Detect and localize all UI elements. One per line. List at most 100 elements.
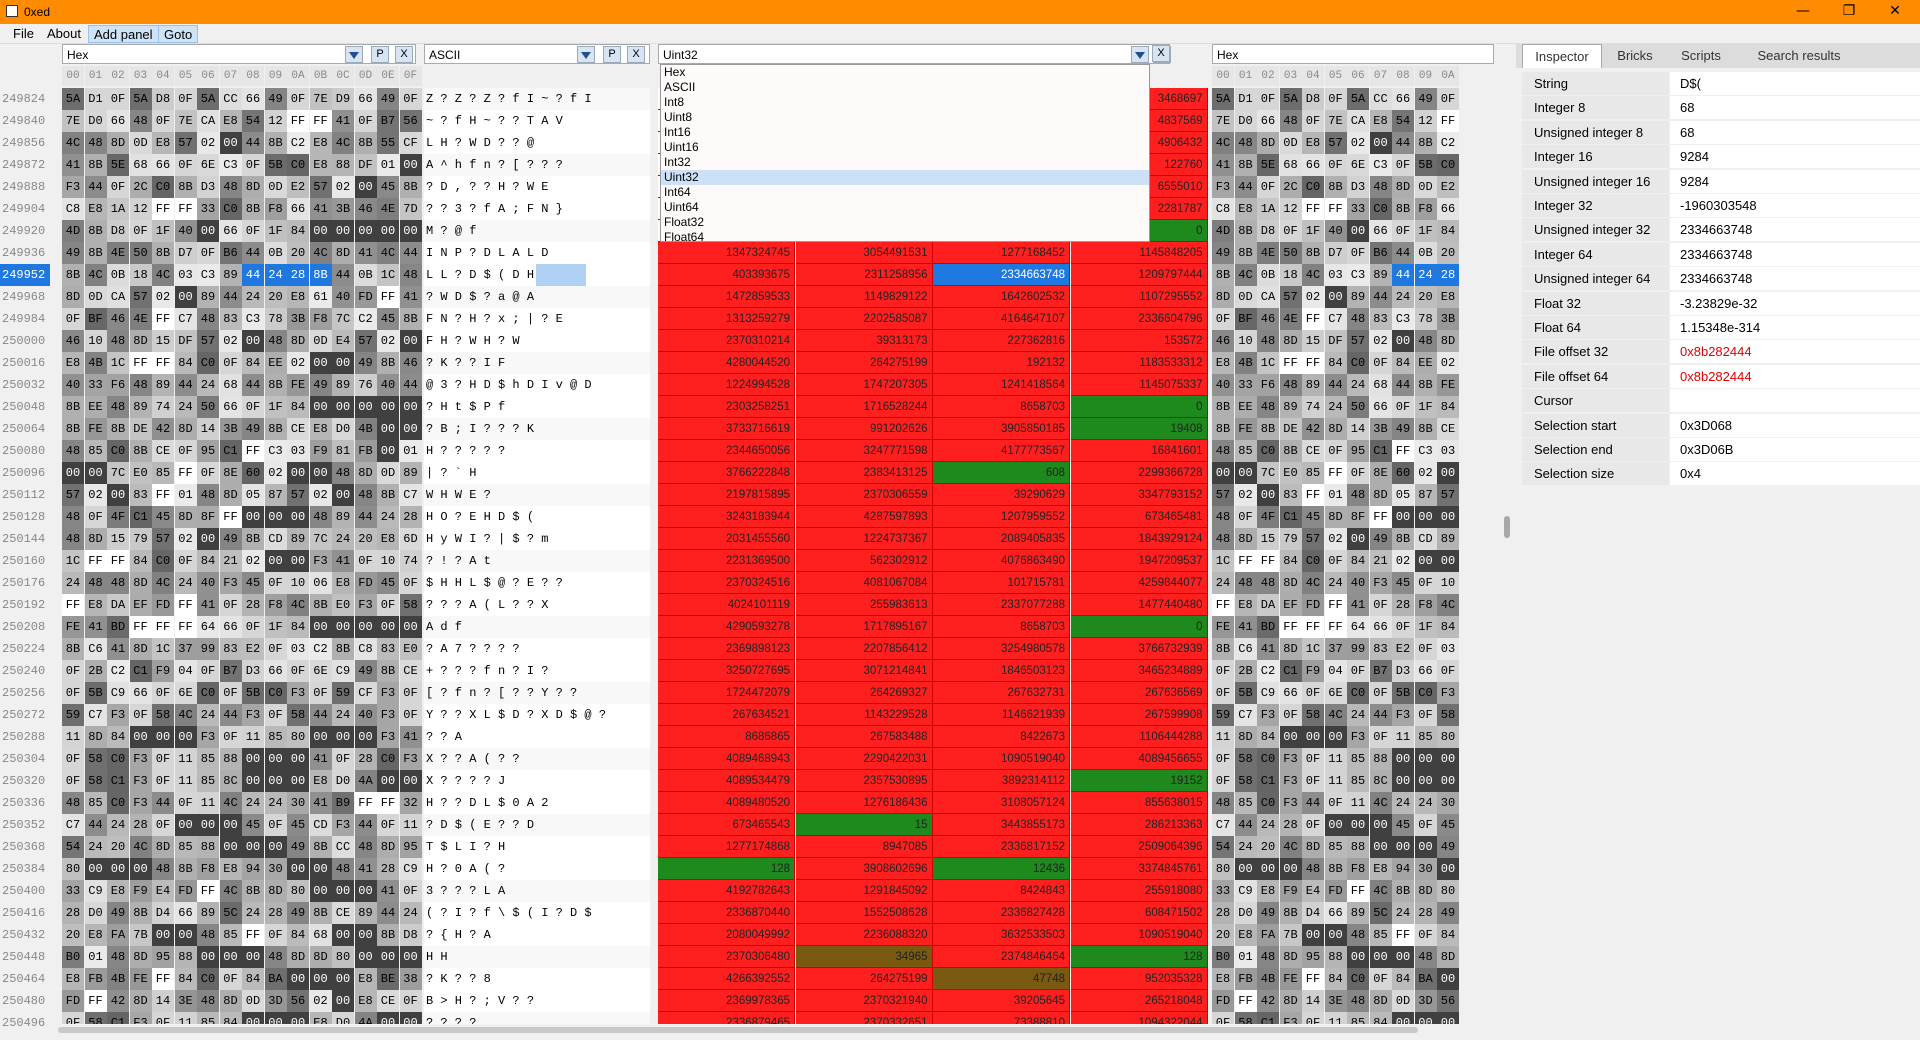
- hex-byte[interactable]: 24: [1392, 792, 1414, 814]
- uint32-value[interactable]: 1843929124: [1070, 528, 1208, 550]
- hex-byte[interactable]: C0: [1302, 176, 1324, 198]
- uint32-value[interactable]: 39205645: [933, 990, 1070, 1012]
- inspector-value[interactable]: 0x3D06B: [1670, 438, 1920, 461]
- hex-byte[interactable]: 02: [1347, 132, 1369, 154]
- hex-byte[interactable]: F3: [309, 550, 332, 572]
- hex-byte[interactable]: 6E: [1324, 682, 1347, 704]
- hex-byte[interactable]: 00: [242, 748, 264, 770]
- hex-byte[interactable]: E8: [219, 858, 242, 880]
- hex-byte[interactable]: 00: [1437, 550, 1459, 572]
- hex-byte[interactable]: FD: [62, 990, 84, 1012]
- hex-byte[interactable]: 44: [354, 506, 377, 528]
- hex-byte[interactable]: 24: [1347, 704, 1369, 726]
- hex-byte[interactable]: FF: [1302, 968, 1324, 990]
- hex-byte[interactable]: F3: [219, 572, 242, 594]
- hex-byte[interactable]: 2C: [1279, 176, 1302, 198]
- hex-byte[interactable]: 48: [129, 374, 152, 396]
- hex-byte[interactable]: 0B: [107, 264, 129, 286]
- hex-byte[interactable]: 8D: [309, 946, 332, 968]
- hex-byte[interactable]: 41: [1347, 594, 1369, 616]
- hex-byte[interactable]: 02: [1392, 550, 1414, 572]
- hex-byte[interactable]: 48: [1302, 858, 1324, 880]
- hex-byte[interactable]: 0F: [129, 220, 152, 242]
- hex-byte[interactable]: 00: [332, 352, 354, 374]
- hex-byte[interactable]: C0: [1257, 440, 1279, 462]
- hex-byte[interactable]: C7: [1212, 814, 1234, 836]
- hex-byte[interactable]: C9: [399, 858, 422, 880]
- hex-byte[interactable]: 8B: [242, 198, 264, 220]
- hex-byte[interactable]: 8B: [264, 418, 287, 440]
- hex-byte[interactable]: 8C: [219, 770, 242, 792]
- uint32-value[interactable]: 3250727695: [658, 660, 795, 682]
- hex-byte[interactable]: 85: [1234, 792, 1257, 814]
- hex-byte[interactable]: 48: [1347, 990, 1369, 1012]
- hex-byte[interactable]: 0F: [1324, 154, 1347, 176]
- uint32-value[interactable]: 101715781: [933, 572, 1070, 594]
- ascii-row[interactable]: ? ! ? A t: [424, 550, 650, 572]
- hex-byte[interactable]: 54: [62, 836, 84, 858]
- hex-byte[interactable]: F3: [1279, 770, 1302, 792]
- hex-byte[interactable]: 11: [62, 726, 84, 748]
- hex-byte[interactable]: FF: [1302, 198, 1324, 220]
- hex-byte[interactable]: 00: [219, 132, 242, 154]
- hex-byte[interactable]: 4C: [1324, 704, 1347, 726]
- menu-about[interactable]: About: [42, 25, 86, 43]
- hex-byte[interactable]: 01: [1324, 484, 1347, 506]
- hex-byte[interactable]: 8D: [1437, 946, 1459, 968]
- hex-byte[interactable]: C9: [107, 682, 129, 704]
- hex-byte[interactable]: C7: [62, 814, 84, 836]
- uint32-value[interactable]: 562302912: [795, 550, 933, 572]
- uint32-value[interactable]: 267599908: [1070, 704, 1208, 726]
- type-option[interactable]: Float32: [661, 215, 1149, 230]
- hex-byte[interactable]: D7: [174, 242, 197, 264]
- hex-byte[interactable]: 4C: [377, 242, 399, 264]
- hex-byte[interactable]: 41: [107, 638, 129, 660]
- hex-byte[interactable]: 42: [1257, 990, 1279, 1012]
- hex-byte[interactable]: CD: [1414, 528, 1437, 550]
- dropdown-arrow-icon[interactable]: [577, 46, 595, 63]
- hex-byte[interactable]: D3: [242, 660, 264, 682]
- hex-byte[interactable]: 14: [1347, 418, 1369, 440]
- hex-byte[interactable]: 0D: [129, 132, 152, 154]
- type-option[interactable]: Float64: [661, 230, 1149, 245]
- hex-byte[interactable]: 85: [197, 770, 219, 792]
- hex-byte[interactable]: 04: [174, 660, 197, 682]
- hex-byte[interactable]: 02: [197, 132, 219, 154]
- hex-byte[interactable]: 28: [399, 506, 422, 528]
- hex-byte[interactable]: 80: [332, 946, 354, 968]
- hex-byte[interactable]: 06: [309, 572, 332, 594]
- hex-byte[interactable]: 20: [1212, 924, 1234, 946]
- hex-byte[interactable]: C3: [1414, 440, 1437, 462]
- hex-byte[interactable]: 44: [1324, 374, 1347, 396]
- hex-byte[interactable]: 1F: [1414, 220, 1437, 242]
- hex-byte[interactable]: C1: [129, 506, 152, 528]
- hex-byte[interactable]: 0F: [1234, 506, 1257, 528]
- hex-byte[interactable]: 68: [1279, 154, 1302, 176]
- uint32-value[interactable]: 2370321940: [795, 990, 933, 1012]
- hex-byte[interactable]: 1F: [264, 396, 287, 418]
- hex-byte[interactable]: 00: [1257, 858, 1279, 880]
- hex-byte[interactable]: 8D: [1324, 418, 1347, 440]
- hex-byte[interactable]: 8B: [377, 924, 399, 946]
- hex-byte[interactable]: 00: [287, 968, 309, 990]
- hex-byte[interactable]: CE: [1437, 418, 1459, 440]
- uint32-value[interactable]: 1106444288: [1070, 726, 1208, 748]
- hex-byte[interactable]: CF: [399, 132, 422, 154]
- hex-byte[interactable]: FF: [174, 198, 197, 220]
- hex-byte[interactable]: 8B: [1414, 418, 1437, 440]
- hex-byte[interactable]: FF: [129, 352, 152, 374]
- hex-byte[interactable]: 58: [84, 770, 107, 792]
- hex-byte[interactable]: FE: [1279, 968, 1302, 990]
- ascii-row[interactable]: A d f: [424, 616, 650, 638]
- uint32-value[interactable]: 264269327: [795, 682, 933, 704]
- hex-byte[interactable]: 00: [264, 748, 287, 770]
- hex-byte[interactable]: F3: [399, 748, 422, 770]
- hex-byte[interactable]: 85: [152, 462, 174, 484]
- hex-byte[interactable]: 28: [1279, 814, 1302, 836]
- uint32-value[interactable]: 952035328: [1070, 968, 1208, 990]
- hex-byte[interactable]: 8B: [309, 594, 332, 616]
- hex-byte[interactable]: 8D: [1302, 836, 1324, 858]
- hex-byte[interactable]: 84: [287, 616, 309, 638]
- hex-byte[interactable]: FF: [152, 198, 174, 220]
- hex-byte[interactable]: 8D: [287, 330, 309, 352]
